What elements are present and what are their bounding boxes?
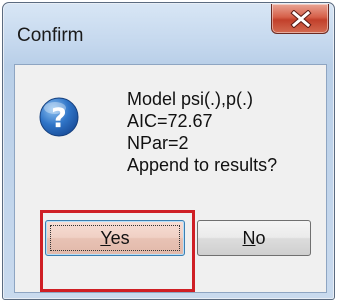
no-button[interactable]: No [197, 220, 311, 256]
confirm-dialog: Confirm ? Model psi(.),p(.) AIC=72.67 NP… [2, 2, 335, 300]
focus-rectangle [50, 225, 180, 251]
message-line-npar: NPar=2 [127, 133, 189, 153]
svg-text:?: ? [51, 103, 67, 134]
no-button-label: No [242, 228, 266, 248]
message-line-model: Model psi(.),p(.) [127, 89, 254, 109]
close-button[interactable] [271, 4, 329, 34]
yes-button[interactable]: Yes [45, 220, 185, 256]
close-icon [290, 10, 312, 28]
dialog-title: Confirm [17, 25, 84, 46]
message-line-aic: AIC=72.67 [127, 111, 213, 131]
question-icon: ? [39, 97, 79, 137]
message-text: Model psi(.),p(.) AIC=72.67 NPar=2 Appen… [127, 88, 277, 176]
dialog-body: ? Model psi(.),p(.) AIC=72.67 NPar=2 App… [14, 64, 327, 293]
message-line-question: Append to results? [127, 155, 278, 175]
